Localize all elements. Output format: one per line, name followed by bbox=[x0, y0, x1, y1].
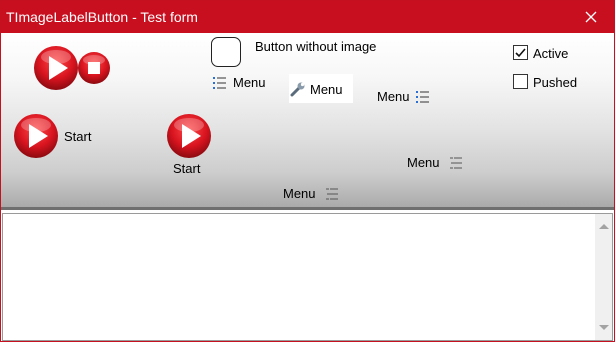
stop-button[interactable] bbox=[77, 51, 111, 88]
wrench-icon bbox=[290, 82, 305, 97]
menu-label: Menu bbox=[233, 75, 266, 90]
menu-label: Menu bbox=[407, 155, 440, 170]
active-checkbox-label[interactable]: Active bbox=[533, 46, 568, 61]
menu-button-3[interactable]: Menu bbox=[377, 89, 430, 104]
start-label: Start bbox=[173, 161, 201, 176]
title-bar: TImageLabelButton - Test form bbox=[1, 1, 614, 33]
menu-list-icon bbox=[325, 188, 338, 199]
no-image-button-frame[interactable] bbox=[211, 37, 241, 67]
start-label: Start bbox=[64, 128, 92, 144]
start-button-left[interactable]: Start bbox=[13, 113, 91, 159]
window-title: TImageLabelButton - Test form bbox=[6, 9, 198, 25]
play-icon bbox=[34, 46, 78, 90]
menu-label: Menu bbox=[310, 82, 343, 97]
menu-button-2[interactable]: Menu bbox=[289, 74, 353, 103]
memo-field[interactable] bbox=[2, 213, 613, 341]
play-icon bbox=[167, 114, 211, 158]
menu-button-4[interactable]: Menu bbox=[407, 155, 462, 170]
menu-list-icon bbox=[449, 157, 462, 168]
close-icon bbox=[585, 11, 597, 23]
menu-list-icon bbox=[415, 90, 429, 103]
menu-button-5[interactable]: Menu bbox=[283, 186, 338, 201]
menu-button-1[interactable]: Menu bbox=[213, 75, 266, 90]
vertical-scrollbar[interactable] bbox=[595, 214, 612, 340]
pushed-checkbox-label[interactable]: Pushed bbox=[533, 75, 577, 90]
button-panel: Start Start Button without image Menu Me… bbox=[1, 33, 614, 208]
menu-label: Menu bbox=[283, 186, 316, 201]
scroll-down-icon[interactable] bbox=[599, 325, 609, 330]
no-image-button-label[interactable]: Button without image bbox=[255, 39, 376, 54]
stop-icon bbox=[78, 52, 110, 84]
menu-list-icon bbox=[213, 76, 226, 89]
play-button-large[interactable] bbox=[33, 45, 79, 94]
menu-label: Menu bbox=[377, 89, 410, 104]
scroll-up-icon[interactable] bbox=[599, 224, 609, 229]
active-checkbox[interactable] bbox=[513, 45, 528, 60]
close-button[interactable] bbox=[568, 1, 614, 33]
check-icon bbox=[515, 48, 526, 58]
play-icon bbox=[14, 114, 58, 158]
splitter[interactable] bbox=[1, 207, 614, 210]
pushed-checkbox[interactable] bbox=[513, 74, 528, 89]
main-window: TImageLabelButton - Test form Start Star… bbox=[0, 0, 615, 342]
start-button-center[interactable]: Start bbox=[166, 113, 212, 176]
